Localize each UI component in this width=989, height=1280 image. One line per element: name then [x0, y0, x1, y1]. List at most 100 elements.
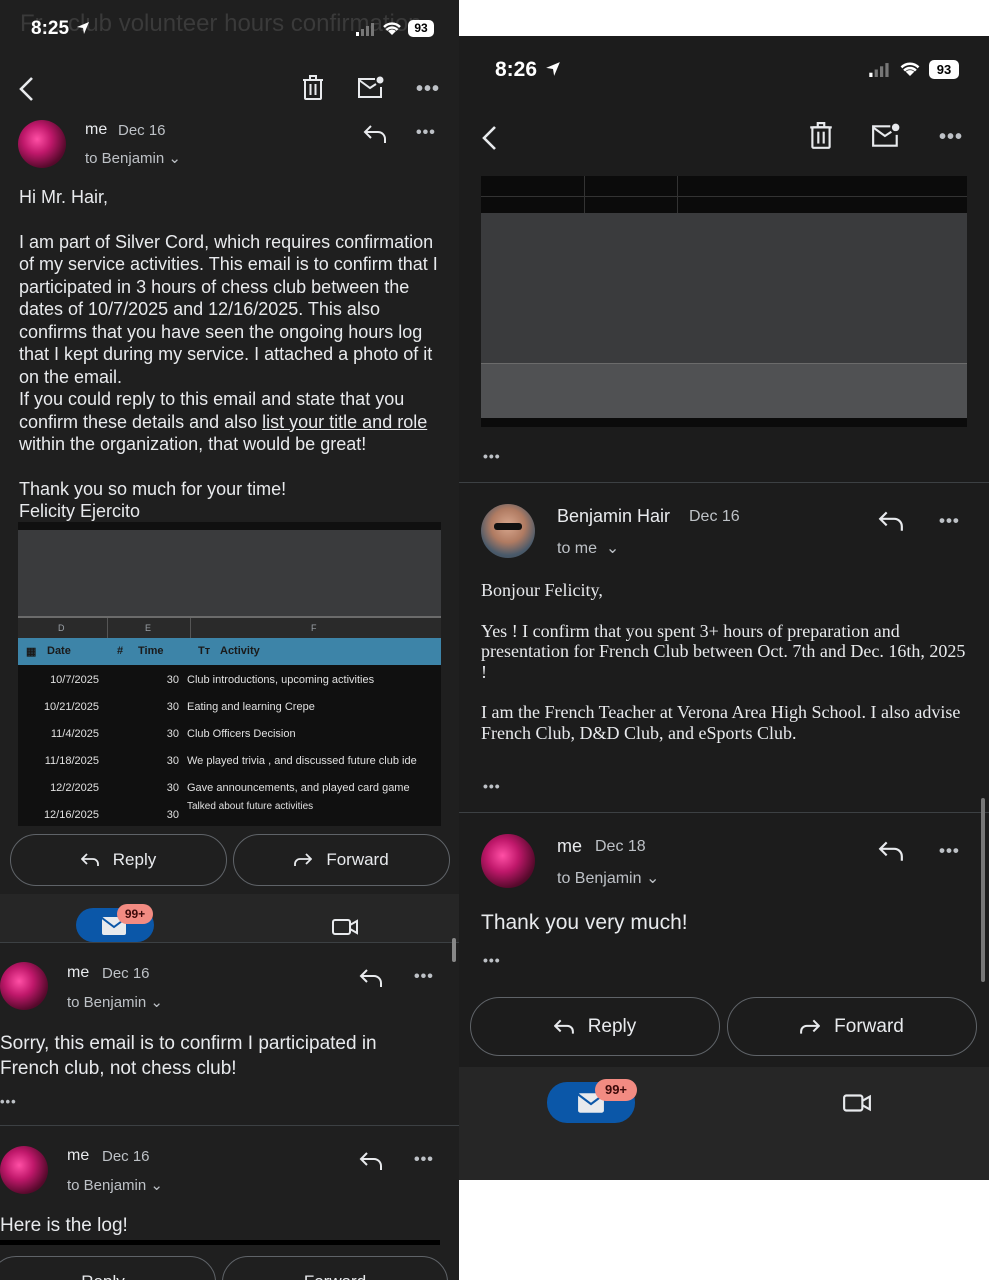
message-date: Dec 16 — [102, 1148, 150, 1165]
cell: Talked about future activities — [187, 801, 314, 812]
more-icon[interactable]: ••• — [939, 511, 960, 531]
reply-button[interactable]: Reply — [0, 1256, 216, 1280]
message-body: Sorry, this email is to confirm I partic… — [0, 1033, 377, 1079]
reply-icon[interactable] — [359, 968, 383, 988]
recipient-toggle[interactable]: to Benjamin ⌄ — [67, 993, 163, 1011]
reply-icon — [553, 1019, 574, 1035]
attached-log-image[interactable] — [481, 176, 967, 427]
col-letter: F — [311, 623, 317, 633]
text: within the organization, that would be g… — [19, 434, 367, 454]
bottom-nav: 99+ — [0, 894, 459, 942]
right-screenshot: 8:26 93 ••• ••• Benjamin Hair Dec 16 to … — [459, 36, 989, 1180]
hash-icon: # — [117, 645, 124, 657]
forward-icon — [294, 853, 313, 867]
video-icon[interactable] — [331, 916, 359, 938]
avatar — [0, 962, 48, 1010]
mark-unread-icon[interactable] — [357, 76, 385, 100]
reply-label: Reply — [81, 1272, 124, 1280]
wifi-icon — [899, 60, 921, 77]
forward-button[interactable]: Forward — [727, 997, 977, 1056]
location-arrow-icon — [545, 61, 561, 77]
calendar-icon: ▦ — [26, 646, 37, 658]
message-body: Hi Mr. Hair, I am part of Silver Cord, w… — [19, 186, 444, 523]
message-date: Dec 18 — [595, 838, 646, 855]
log-header-row: ▦ Date # Time Tт Activity — [18, 638, 441, 665]
paragraph: I am the French Teacher at Verona Area H… — [481, 702, 961, 743]
cell: Club Officers Decision — [187, 727, 296, 740]
cell: 11/4/2025 — [50, 727, 99, 740]
battery-icon: 93 — [929, 60, 959, 79]
forward-button[interactable]: Forward — [222, 1256, 448, 1280]
recipient-label: to Benjamin — [67, 994, 147, 1011]
more-icon[interactable]: ••• — [414, 968, 434, 986]
unread-badge: 99+ — [117, 904, 153, 924]
recipient-toggle[interactable]: to Benjamin ⌄ — [85, 149, 181, 167]
greeting: Hi Mr. Hair, — [19, 187, 109, 207]
show-trimmed-content[interactable]: ••• — [483, 952, 501, 968]
message-body: Bonjour Felicity, Yes ! I confirm that y… — [481, 580, 971, 743]
reply-label: Reply — [112, 850, 157, 869]
attached-log-image[interactable]: D E F ▦ Date # Time Tт Activity 10/7/202… — [18, 522, 441, 826]
table-row: 11/4/2025 30 Club Officers Decision — [18, 720, 441, 747]
table-row: 10/7/2025 30 Club introductions, upcoming … — [18, 666, 441, 693]
reply-icon[interactable] — [363, 124, 387, 144]
video-icon[interactable] — [842, 1091, 872, 1115]
recipient-toggle[interactable]: to Benjamin ⌄ — [67, 1176, 163, 1194]
reply-icon[interactable] — [359, 1151, 383, 1171]
column-letters: D E F — [18, 618, 441, 638]
back-arrow-icon[interactable] — [18, 76, 36, 102]
sender-name: me — [67, 1147, 90, 1164]
show-trimmed-content[interactable]: ••• — [483, 448, 501, 464]
chevron-down-icon: ⌄ — [645, 870, 660, 887]
chevron-down-icon: ⌄ — [168, 150, 181, 167]
scrollbar[interactable] — [452, 938, 456, 962]
recipient-label: to Benjamin — [557, 870, 642, 887]
log-table: 10/7/2025 30 Club introductions, upcoming … — [18, 666, 441, 828]
signature: Felicity Ejercito — [19, 501, 141, 521]
reply-icon[interactable] — [878, 510, 904, 532]
col-letter: D — [58, 623, 65, 633]
table-row: 11/18/2025 30 We played trivia , and discu… — [18, 747, 441, 774]
unread-badge: 99+ — [595, 1079, 637, 1101]
status-time: 8:26 — [495, 58, 538, 81]
reply-label: Reply — [587, 1015, 637, 1037]
cell: 30 — [166, 781, 179, 794]
more-icon[interactable]: ••• — [939, 841, 960, 861]
left-screenshot: Fr... club volunteer hours confirmation … — [0, 0, 459, 1280]
cell: 30 — [166, 673, 179, 686]
chevron-down-icon: ⌄ — [150, 1177, 163, 1194]
recipient-toggle[interactable]: to Benjamin ⌄ — [557, 868, 659, 888]
cell: Eating and learning Crepe — [187, 700, 315, 713]
show-trimmed-content[interactable]: ••• — [483, 778, 501, 794]
cell: 10/7/2025 — [50, 673, 99, 686]
more-icon[interactable]: ••• — [416, 78, 440, 101]
more-icon[interactable]: ••• — [414, 1151, 434, 1169]
more-icon[interactable]: ••• — [416, 124, 436, 142]
forward-label: Forward — [834, 1015, 904, 1037]
status-time: 8:25 — [31, 18, 70, 39]
paragraph: Yes ! I confirm that you spent 3+ hours … — [481, 620, 966, 682]
trash-icon[interactable] — [302, 75, 324, 101]
recipient-toggle[interactable]: to me ⌄ — [557, 538, 619, 558]
cell: 12/16/2025 — [43, 808, 99, 821]
sender-name: me — [67, 964, 90, 981]
signal-icon — [356, 22, 376, 36]
scrollbar[interactable] — [981, 798, 985, 982]
message-body: Thank you very much! — [481, 911, 688, 934]
back-arrow-icon[interactable] — [481, 124, 499, 152]
reply-button[interactable]: Reply — [10, 834, 227, 886]
chevron-down-icon: ⌄ — [605, 540, 620, 557]
reply-icon[interactable] — [878, 840, 904, 862]
more-icon[interactable]: ••• — [939, 126, 963, 149]
forward-button[interactable]: Forward — [233, 834, 450, 886]
sender-name: me — [557, 836, 583, 856]
show-trimmed-content[interactable]: ••• — [0, 1094, 17, 1109]
trash-icon[interactable] — [809, 122, 833, 150]
title-role-link[interactable]: list your title and role — [262, 412, 427, 432]
message-date: Dec 16 — [102, 965, 150, 982]
mark-unread-icon[interactable] — [871, 123, 901, 149]
cell: Club introductions, upcoming activities — [187, 673, 375, 686]
status-bar: Fr... club volunteer hours confirmation … — [0, 0, 459, 60]
table-row: 10/21/2025 30 Eating and learning Crepe — [18, 693, 441, 720]
reply-button[interactable]: Reply — [470, 997, 720, 1056]
